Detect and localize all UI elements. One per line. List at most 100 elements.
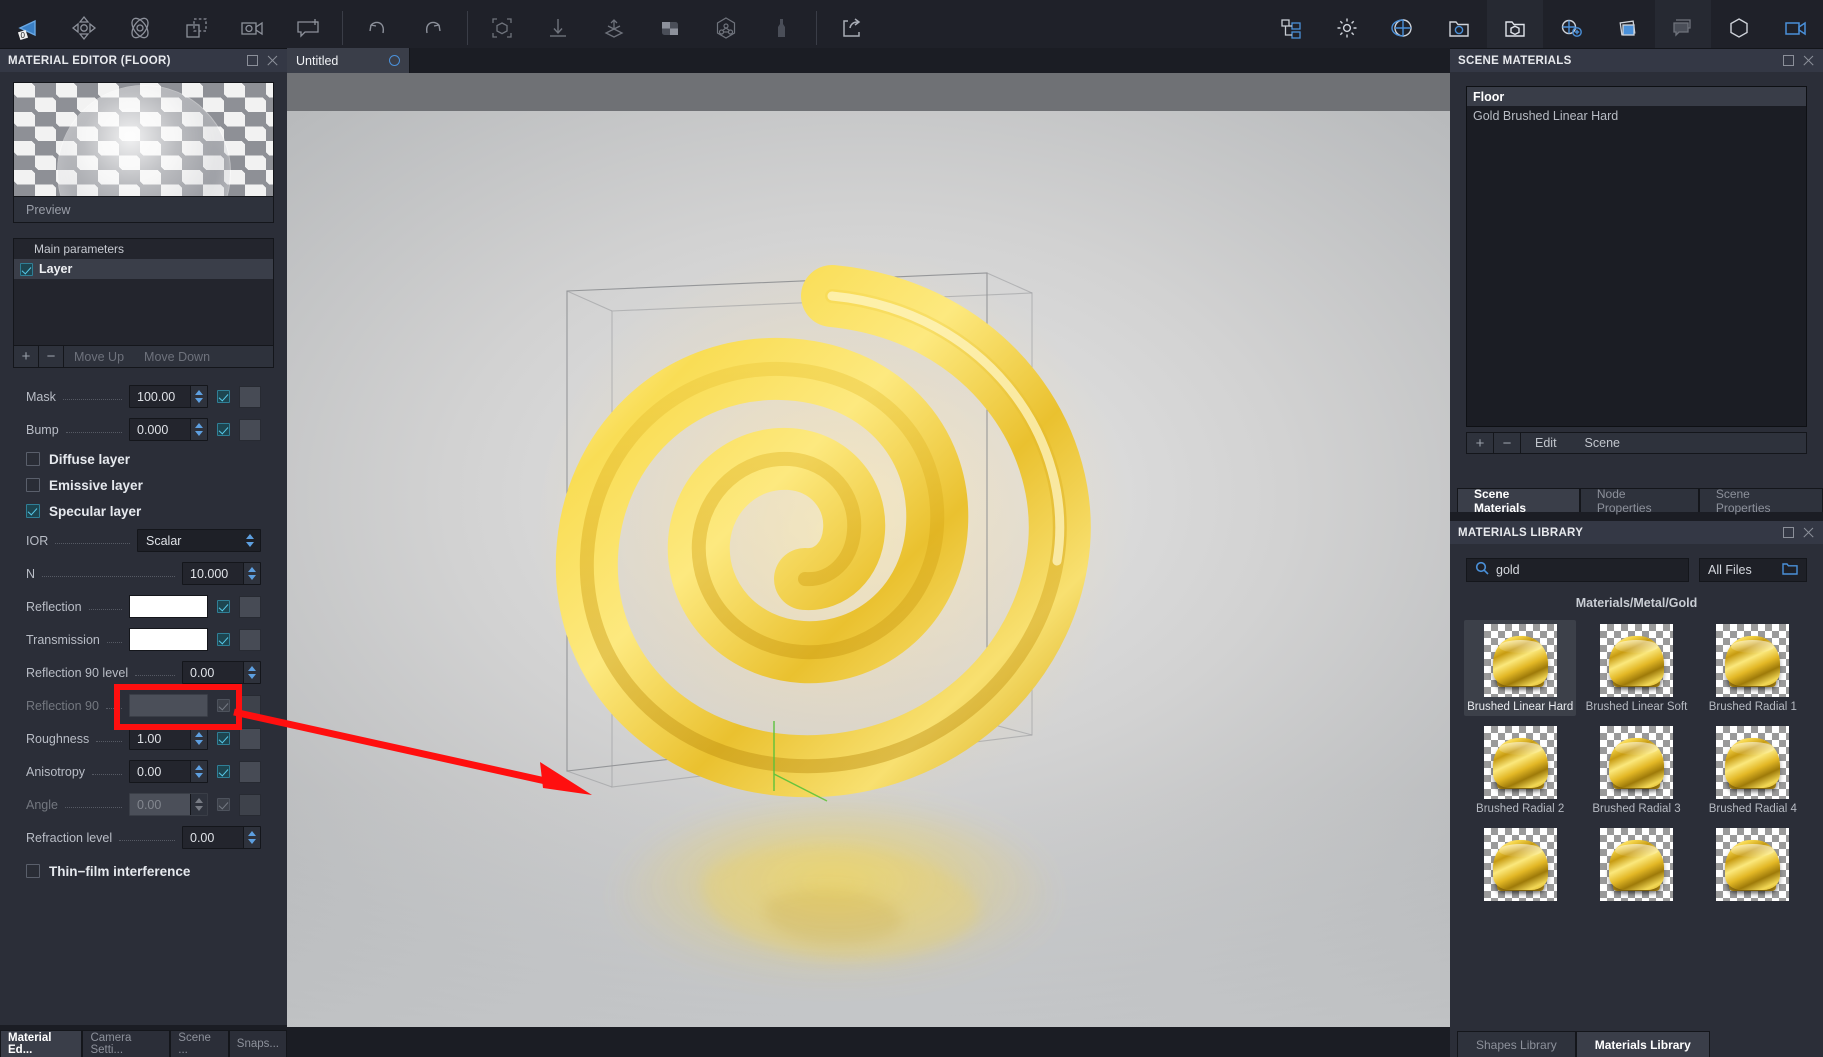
reflection-color-swatch[interactable] xyxy=(129,595,208,618)
tab-node-properties[interactable]: Node Properties xyxy=(1579,487,1699,515)
mask-texture-button[interactable] xyxy=(239,385,261,408)
maximize-icon[interactable] xyxy=(247,55,258,66)
anisotropy-enabled-checkbox[interactable] xyxy=(217,765,230,778)
spinner-up-icon[interactable] xyxy=(195,423,203,428)
tab-scene-properties[interactable]: Scene Properties xyxy=(1698,487,1823,515)
close-icon[interactable] xyxy=(1802,526,1815,539)
scene-button[interactable]: Scene xyxy=(1571,433,1634,453)
diffuse-layer-toggle[interactable]: Diffuse layer xyxy=(26,446,261,472)
spinner-down-icon[interactable] xyxy=(195,773,203,778)
material-preview[interactable]: Preview xyxy=(13,82,274,223)
spinner-arrows[interactable] xyxy=(243,827,260,848)
close-icon[interactable] xyxy=(1802,54,1815,67)
diffuse-layer-checkbox[interactable] xyxy=(26,452,40,466)
reflection-enabled-checkbox[interactable] xyxy=(217,600,230,613)
spinner-down-icon[interactable] xyxy=(248,674,256,679)
close-icon[interactable] xyxy=(266,54,279,67)
n-value-input[interactable]: 10.000 xyxy=(182,562,261,585)
spinner-arrows[interactable] xyxy=(243,563,260,584)
select-arrows[interactable] xyxy=(242,530,258,551)
file-filter-select[interactable]: All Files xyxy=(1699,558,1807,582)
transmission-enabled-checkbox[interactable] xyxy=(217,633,230,646)
spinner-arrows[interactable] xyxy=(190,761,207,782)
scene-material-item-gold[interactable]: Gold Brushed Linear Hard xyxy=(1467,106,1806,125)
material-cell[interactable]: Brushed Radial 4 xyxy=(1697,722,1809,818)
spinner-down-icon[interactable] xyxy=(248,575,256,580)
add-layer-button[interactable]: + xyxy=(14,346,39,367)
transmission-texture-button[interactable] xyxy=(239,628,261,651)
spinner-up-icon[interactable] xyxy=(248,567,256,572)
scene-materials-list[interactable]: Floor Gold Brushed Linear Hard xyxy=(1466,86,1807,427)
spinner-down-icon[interactable] xyxy=(195,398,203,403)
anisotropy-texture-button[interactable] xyxy=(239,760,261,783)
tab-camera-settings[interactable]: Camera Setti... xyxy=(82,1030,171,1057)
reflection-texture-button[interactable] xyxy=(239,595,261,618)
tab-material-editor[interactable]: Material Ed... xyxy=(0,1030,83,1057)
spinner-arrows[interactable] xyxy=(190,419,207,440)
param-row-anisotropy: Anisotropy 0.00 xyxy=(26,755,261,788)
layer-list-item[interactable]: Layer xyxy=(14,259,273,279)
search-input[interactable]: gold xyxy=(1466,558,1689,582)
material-cell[interactable]: Brushed Linear Hard xyxy=(1464,620,1577,716)
chevron-down-icon[interactable] xyxy=(246,542,254,547)
maximize-icon[interactable] xyxy=(1783,527,1794,538)
roughness-value-input[interactable]: 1.00 xyxy=(129,727,208,750)
ior-select[interactable]: Scalar xyxy=(137,529,261,552)
bump-texture-button[interactable] xyxy=(239,418,261,441)
move-up-button[interactable]: Move Up xyxy=(64,346,134,367)
spinner-down-icon[interactable] xyxy=(248,839,256,844)
bump-enabled-checkbox[interactable] xyxy=(217,423,230,436)
remove-material-button[interactable]: − xyxy=(1494,433,1521,453)
material-cell[interactable]: Brushed Radial 3 xyxy=(1580,722,1692,818)
param-label: Refraction level xyxy=(26,830,113,845)
tab-materials-library[interactable]: Materials Library xyxy=(1575,1031,1710,1057)
add-material-button[interactable]: + xyxy=(1467,433,1494,453)
spinner-up-icon[interactable] xyxy=(195,390,203,395)
material-cell[interactable] xyxy=(1697,824,1809,908)
spinner-up-icon[interactable] xyxy=(195,732,203,737)
tab-scene[interactable]: Scene ... xyxy=(170,1030,229,1057)
specular-layer-checkbox[interactable] xyxy=(26,504,40,518)
move-down-button[interactable]: Move Down xyxy=(134,346,220,367)
material-cell[interactable] xyxy=(1464,824,1576,908)
param-row-reflection: Reflection xyxy=(26,590,261,623)
maximize-icon[interactable] xyxy=(1783,55,1794,66)
material-cell[interactable]: Brushed Linear Soft xyxy=(1580,620,1692,716)
emissive-layer-checkbox[interactable] xyxy=(26,478,40,492)
viewport-3d[interactable] xyxy=(287,73,1450,1027)
layer-enabled-checkbox[interactable] xyxy=(20,262,33,276)
tab-snapshots[interactable]: Snaps... xyxy=(228,1030,287,1057)
material-cell[interactable]: Brushed Radial 2 xyxy=(1464,722,1576,818)
thumb-object xyxy=(1725,840,1781,890)
remove-layer-button[interactable]: − xyxy=(39,346,64,367)
spinner-down-icon[interactable] xyxy=(195,431,203,436)
viewport-tab-untitled[interactable]: Untitled xyxy=(287,48,410,73)
chevron-up-icon[interactable] xyxy=(246,534,254,539)
material-cell[interactable] xyxy=(1580,824,1692,908)
bump-value-input[interactable]: 0.000 xyxy=(129,418,208,441)
edit-material-button[interactable]: Edit xyxy=(1521,433,1571,453)
roughness-enabled-checkbox[interactable] xyxy=(217,732,230,745)
spinner-up-icon[interactable] xyxy=(248,831,256,836)
thin-film-checkbox[interactable] xyxy=(26,864,40,878)
tab-scene-materials[interactable]: Scene Materials xyxy=(1457,487,1580,515)
spinner-arrows[interactable] xyxy=(190,386,207,407)
spinner-up-icon[interactable] xyxy=(248,666,256,671)
material-cell[interactable]: Brushed Radial 1 xyxy=(1697,620,1809,716)
anisotropy-value-input[interactable]: 0.00 xyxy=(129,760,208,783)
reflection-90-level-input[interactable]: 0.00 xyxy=(182,661,261,684)
roughness-texture-button[interactable] xyxy=(239,727,261,750)
refraction-level-input[interactable]: 0.00 xyxy=(182,826,261,849)
spinner-down-icon[interactable] xyxy=(195,740,203,745)
scene-material-item-floor[interactable]: Floor xyxy=(1467,87,1806,106)
mask-value-input[interactable]: 100.00 xyxy=(129,385,208,408)
spinner-up-icon[interactable] xyxy=(195,765,203,770)
mask-enabled-checkbox[interactable] xyxy=(217,390,230,403)
thin-film-interference-toggle[interactable]: Thin−film interference xyxy=(26,858,261,884)
transmission-color-swatch[interactable] xyxy=(129,628,208,651)
spinner-arrows[interactable] xyxy=(243,662,260,683)
spinner-arrows[interactable] xyxy=(190,728,207,749)
tab-shapes-library[interactable]: Shapes Library xyxy=(1457,1031,1576,1057)
specular-layer-toggle[interactable]: Specular layer xyxy=(26,498,261,524)
emissive-layer-toggle[interactable]: Emissive layer xyxy=(26,472,261,498)
